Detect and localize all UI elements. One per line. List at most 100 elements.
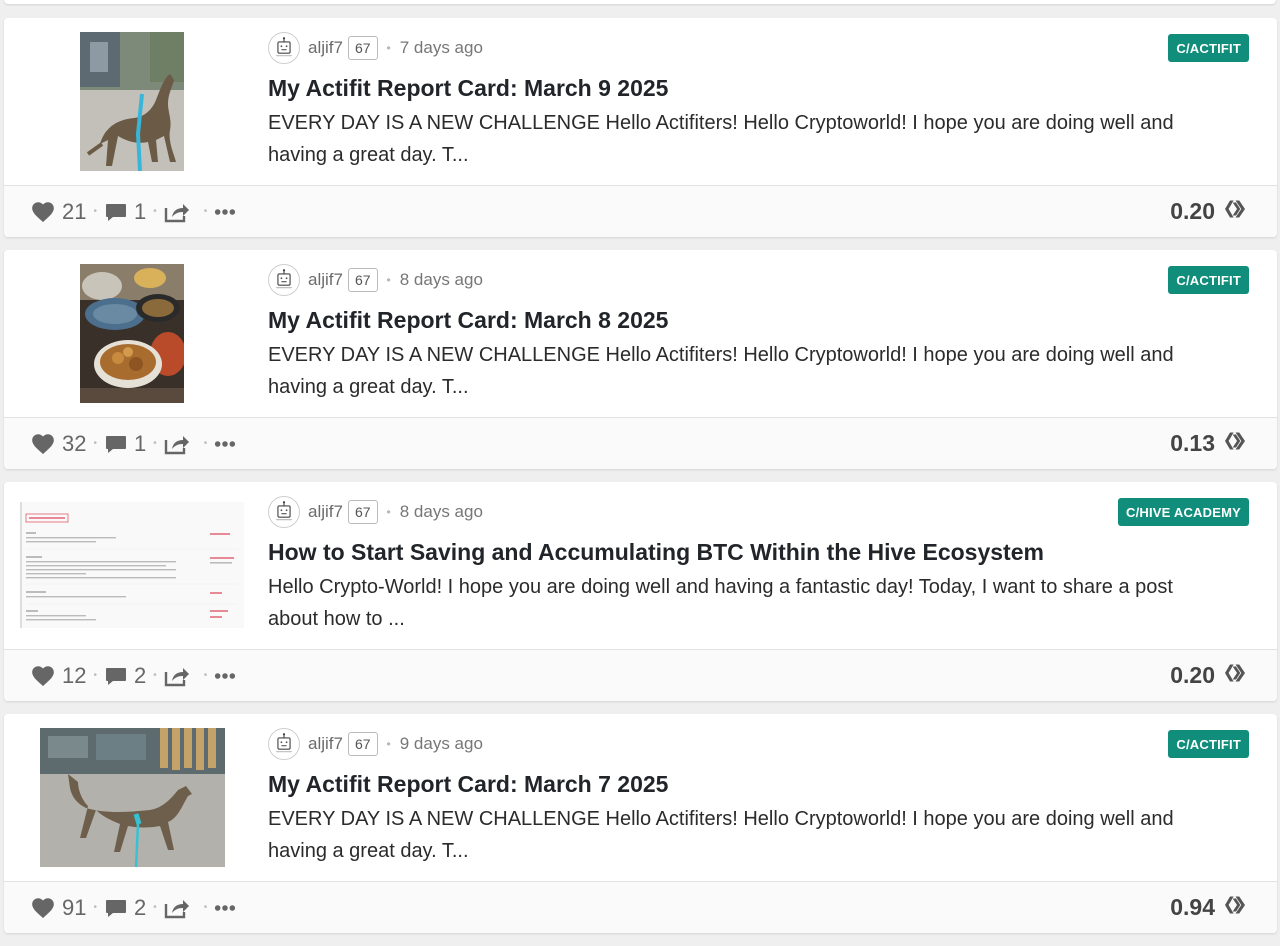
comment-count[interactable]: 1 (134, 431, 146, 457)
comment-count[interactable]: 2 (134, 895, 146, 921)
post-body[interactable]: aljif7 67 • 8 days ago C/HIVE ACADEMY Ho… (4, 482, 1277, 649)
post-summary[interactable]: EVERY DAY IS A NEW CHALLENGE Hello Actif… (268, 107, 1228, 171)
share-icon[interactable] (164, 664, 190, 688)
author-name[interactable]: aljif7 (308, 734, 343, 754)
author-avatar[interactable] (268, 728, 300, 760)
separator-dot: • (93, 438, 97, 449)
separator-dot: • (386, 505, 391, 519)
payout-value[interactable]: 0.20 (1170, 662, 1215, 689)
separator-dot: • (386, 737, 391, 751)
separator-dot: • (203, 902, 208, 913)
payout-value[interactable]: 0.13 (1170, 430, 1215, 457)
author-reputation: 67 (347, 500, 378, 524)
author-avatar[interactable] (268, 264, 300, 296)
post-title[interactable]: My Actifit Report Card: March 9 2025 (268, 75, 668, 102)
post-body[interactable]: aljif7 67 • 8 days ago C/ACTIFIT My Acti… (4, 250, 1277, 417)
post-actions: 21 • 1 • • (30, 199, 236, 225)
author-avatar[interactable] (268, 32, 300, 64)
post-summary[interactable]: Hello Crypto-World! I hope you are doing… (268, 571, 1228, 635)
author-avatar[interactable] (268, 496, 300, 528)
vote-count[interactable]: 32 (62, 431, 86, 457)
community-badge[interactable]: C/ACTIFIT (1168, 34, 1249, 62)
separator-dot: • (153, 438, 157, 449)
comment-icon[interactable] (104, 896, 128, 920)
share-icon[interactable] (164, 432, 190, 456)
heart-icon[interactable] (30, 199, 56, 225)
post-payout[interactable]: 0.13 (1170, 428, 1249, 459)
post-summary[interactable]: EVERY DAY IS A NEW CHALLENGE Hello Actif… (268, 339, 1228, 403)
share-icon[interactable] (164, 896, 190, 920)
post-time[interactable]: 8 days ago (400, 270, 483, 290)
payout-value[interactable]: 0.20 (1170, 198, 1215, 225)
separator-dot: • (386, 41, 391, 55)
post-actions: 32 • 1 • • (30, 431, 236, 457)
post-footer: 32 • 1 • • 0.13 (4, 417, 1277, 469)
post-card: aljif7 67 • 8 days ago C/HIVE ACADEMY Ho… (4, 482, 1277, 701)
post-footer: 91 • 2 • • 0.94 (4, 881, 1277, 933)
heart-icon[interactable] (30, 895, 56, 921)
post-header: aljif7 67 • 9 days ago (268, 728, 483, 760)
heart-icon[interactable] (30, 663, 56, 689)
comment-count[interactable]: 1 (134, 199, 146, 225)
post-thumbnail-dog-photo[interactable] (80, 32, 184, 171)
separator-dot: • (153, 670, 157, 681)
post-thumbnail-dog-photo-wide[interactable] (39, 728, 225, 867)
post-header: aljif7 67 • 8 days ago (268, 264, 483, 296)
more-dots-icon[interactable] (214, 440, 236, 448)
more-dots-icon[interactable] (214, 672, 236, 680)
post-payout[interactable]: 0.20 (1170, 196, 1249, 227)
community-badge[interactable]: C/HIVE ACADEMY (1118, 498, 1249, 526)
post-thumbnail-wallet-screenshot[interactable] (20, 496, 244, 635)
hive-logo-icon (1223, 196, 1249, 227)
comment-icon[interactable] (104, 664, 128, 688)
more-dots-icon[interactable] (214, 208, 236, 216)
post-time[interactable]: 7 days ago (400, 38, 483, 58)
post-card: aljif7 67 • 8 days ago C/ACTIFIT My Acti… (4, 250, 1277, 469)
post-title[interactable]: My Actifit Report Card: March 7 2025 (268, 771, 668, 798)
hive-logo-icon (1223, 892, 1249, 923)
separator-dot: • (93, 670, 97, 681)
post-summary[interactable]: EVERY DAY IS A NEW CHALLENGE Hello Actif… (268, 803, 1228, 867)
author-name[interactable]: aljif7 (308, 38, 343, 58)
post-thumbnail-container[interactable] (4, 728, 260, 867)
post-header: aljif7 67 • 8 days ago (268, 496, 483, 528)
post-thumbnail-container[interactable] (4, 32, 260, 171)
post-thumbnail-container[interactable] (4, 496, 260, 635)
post-title[interactable]: How to Start Saving and Accumulating BTC… (268, 539, 1044, 566)
separator-dot: • (386, 273, 391, 287)
author-reputation: 67 (347, 732, 378, 756)
payout-value[interactable]: 0.94 (1170, 894, 1215, 921)
author-reputation: 67 (347, 268, 378, 292)
post-body[interactable]: aljif7 67 • 9 days ago C/ACTIFIT My Acti… (4, 714, 1277, 881)
post-card: aljif7 67 • 9 days ago C/ACTIFIT My Acti… (4, 714, 1277, 933)
author-name[interactable]: aljif7 (308, 502, 343, 522)
post-body[interactable]: aljif7 67 • 7 days ago C/ACTIFIT My Acti… (4, 18, 1277, 185)
separator-dot: • (93, 206, 97, 217)
post-title[interactable]: My Actifit Report Card: March 8 2025 (268, 307, 668, 334)
author-name[interactable]: aljif7 (308, 270, 343, 290)
author-reputation: 67 (347, 36, 378, 60)
post-time[interactable]: 9 days ago (400, 734, 483, 754)
community-badge[interactable]: C/ACTIFIT (1168, 266, 1249, 294)
post-feed: aljif7 67 • 7 days ago C/ACTIFIT My Acti… (4, 18, 1277, 946)
post-payout[interactable]: 0.94 (1170, 892, 1249, 923)
post-thumbnail-food-photo[interactable] (80, 264, 184, 403)
vote-count[interactable]: 91 (62, 895, 86, 921)
post-actions: 12 • 2 • • (30, 663, 236, 689)
post-footer: 21 • 1 • • 0.20 (4, 185, 1277, 237)
post-payout[interactable]: 0.20 (1170, 660, 1249, 691)
more-dots-icon[interactable] (214, 904, 236, 912)
vote-count[interactable]: 12 (62, 663, 86, 689)
comment-count[interactable]: 2 (134, 663, 146, 689)
share-icon[interactable] (164, 200, 190, 224)
post-thumbnail-container[interactable] (4, 264, 260, 403)
separator-dot: • (203, 670, 208, 681)
community-badge[interactable]: C/ACTIFIT (1168, 730, 1249, 758)
comment-icon[interactable] (104, 200, 128, 224)
post-time[interactable]: 8 days ago (400, 502, 483, 522)
vote-count[interactable]: 21 (62, 199, 86, 225)
previous-post-card-edge (4, 0, 1276, 4)
heart-icon[interactable] (30, 431, 56, 457)
separator-dot: • (203, 438, 208, 449)
comment-icon[interactable] (104, 432, 128, 456)
